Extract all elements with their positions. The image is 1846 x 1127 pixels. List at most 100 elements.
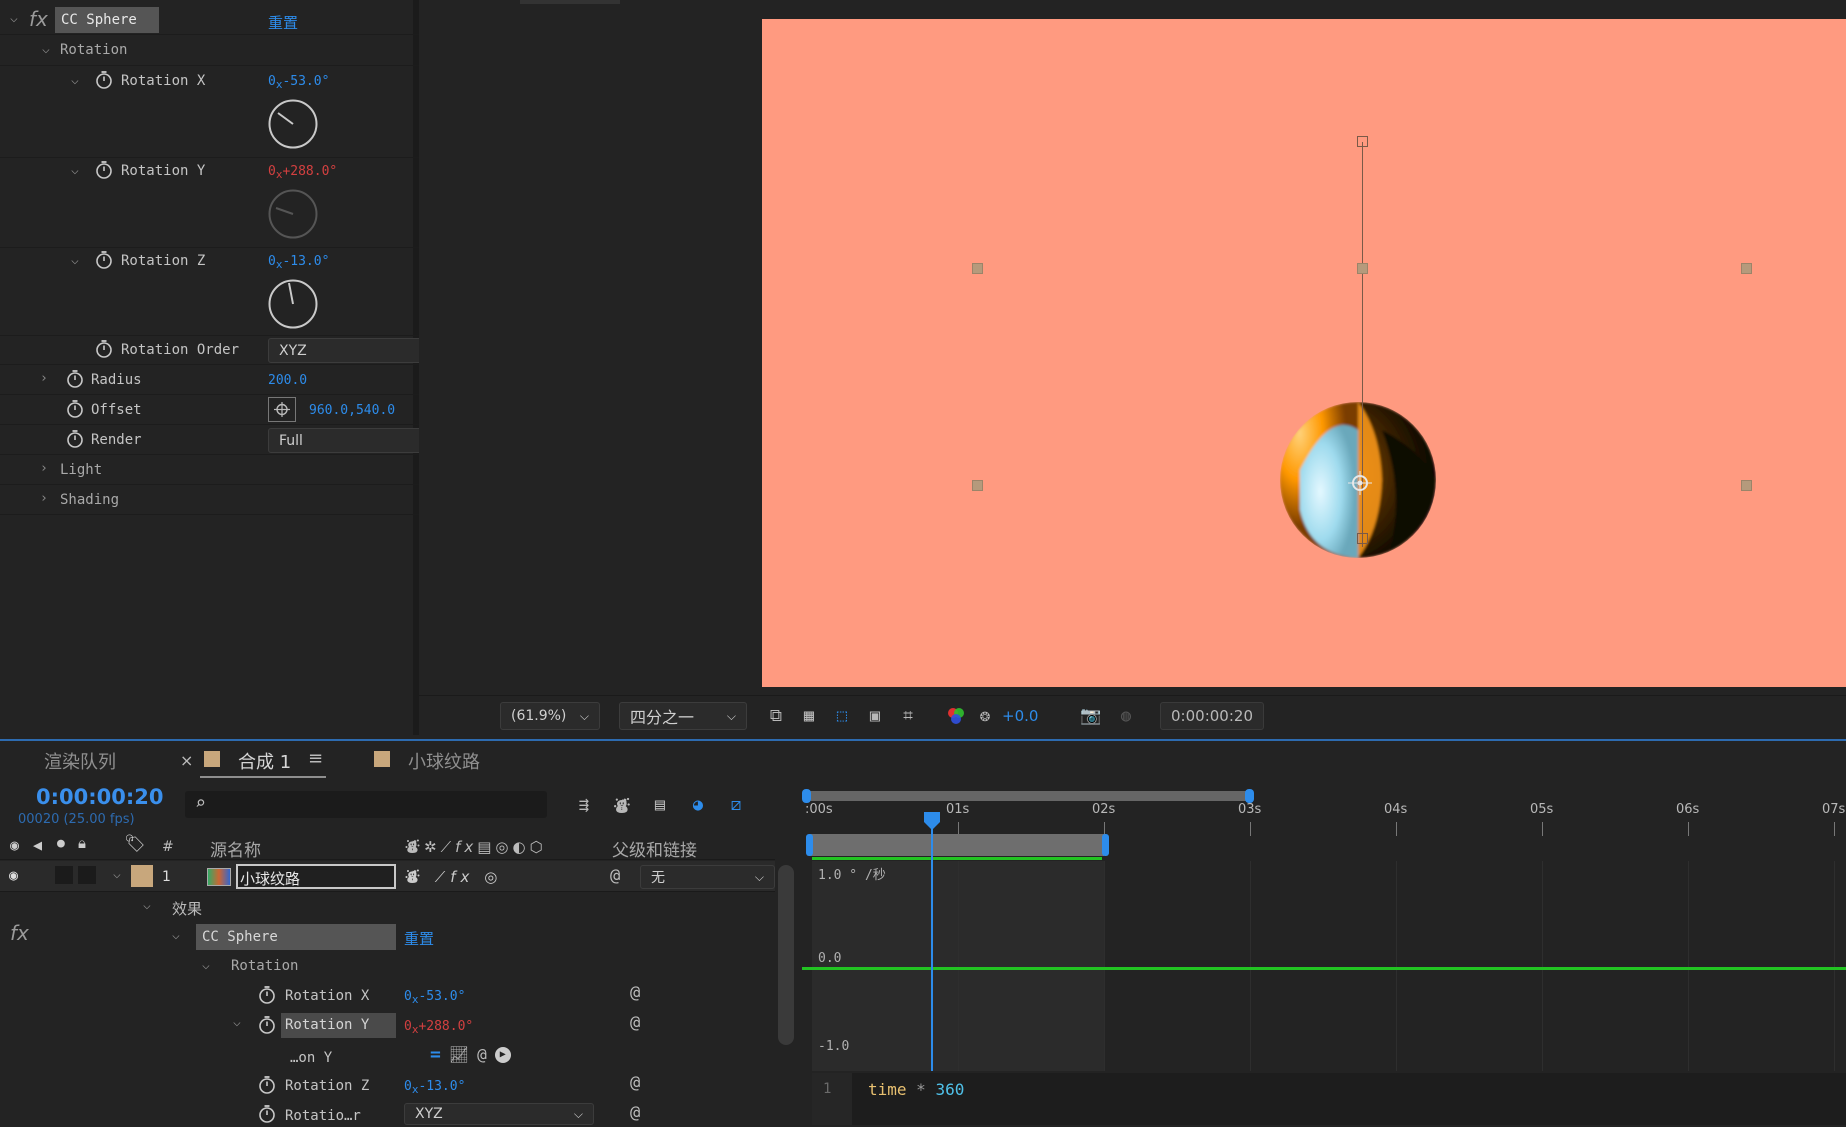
chevron-down-icon[interactable]: ⌵ bbox=[42, 42, 50, 57]
motion-blur-icon[interactable]: ◕ bbox=[684, 791, 712, 819]
pickwhip-icon[interactable]: @ bbox=[630, 1013, 640, 1033]
stopwatch-icon[interactable] bbox=[258, 1104, 276, 1124]
stopwatch-icon[interactable] bbox=[258, 1015, 276, 1035]
stopwatch-icon[interactable] bbox=[66, 429, 84, 449]
rot-y-label-box[interactable]: Rotation Y bbox=[281, 1013, 396, 1038]
chevron-down-icon[interactable]: ⌵ bbox=[202, 958, 210, 973]
tab-menu-icon[interactable]: ≡ bbox=[308, 748, 323, 769]
zoom-dropdown[interactable]: (61.9%) ⌵ bbox=[500, 702, 600, 730]
layer-handle-top-right[interactable] bbox=[1741, 263, 1752, 274]
expression-editor[interactable] bbox=[812, 1073, 1846, 1125]
light-row[interactable]: › Light bbox=[0, 455, 460, 485]
pickwhip-icon[interactable]: @ bbox=[630, 983, 640, 1003]
chevron-right-icon[interactable]: › bbox=[40, 461, 48, 476]
eye-header-icon[interactable]: ◉ bbox=[10, 836, 19, 854]
expression-enable-icon[interactable]: = bbox=[430, 1044, 441, 1065]
chevron-down-icon[interactable]: ⌵ bbox=[10, 11, 18, 26]
mask-path-icon[interactable]: ⬚ bbox=[828, 702, 856, 730]
visibility-eye-icon[interactable]: ◉ bbox=[9, 866, 18, 884]
chevron-down-icon[interactable]: ⌵ bbox=[71, 163, 79, 178]
col-parent[interactable]: 父级和链接 bbox=[612, 836, 697, 861]
comp-flowchart-icon[interactable]: ⇶ bbox=[570, 791, 598, 819]
label-tag-icon[interactable]: 🏷︎ bbox=[124, 834, 146, 854]
shading-row[interactable]: › Shading bbox=[0, 485, 460, 515]
switches-header[interactable]: ⛇✲⟋fx▤◎◐⬡ bbox=[405, 836, 547, 858]
layer-in-handle[interactable] bbox=[806, 834, 813, 856]
audio-switch[interactable] bbox=[55, 866, 73, 884]
layer-out-handle[interactable] bbox=[1102, 834, 1109, 856]
tab-footage[interactable]: 小球纹路 bbox=[408, 748, 480, 774]
layer-handle-top-center[interactable] bbox=[1357, 263, 1368, 274]
graph-editor-icon[interactable]: ⧄ bbox=[722, 791, 750, 819]
lock-header-icon[interactable]: 🔒︎ bbox=[78, 834, 86, 852]
layer-name-field[interactable]: 小球纹路 bbox=[236, 864, 396, 889]
rotation-z-value[interactable]: 0x-13.0° bbox=[268, 254, 329, 271]
transparency-grid-icon[interactable]: ▦ bbox=[795, 702, 823, 730]
chevron-down-icon[interactable]: ⌵ bbox=[71, 73, 79, 88]
fast-previews-icon[interactable]: ⧉ bbox=[762, 702, 790, 730]
expression-graph-icon[interactable]: 📈︎ bbox=[449, 1045, 469, 1064]
rotation-x-value[interactable]: 0x-53.0° bbox=[268, 74, 329, 91]
layer-search-box[interactable]: ⌕ bbox=[185, 791, 547, 818]
resolution-dropdown[interactable]: 四分之一 ⌵ bbox=[619, 702, 747, 730]
audio-header-icon[interactable]: ◀ bbox=[33, 836, 42, 854]
expression-text[interactable]: time * 360 bbox=[868, 1080, 964, 1099]
stopwatch-icon[interactable] bbox=[95, 339, 113, 359]
region-of-interest-icon[interactable]: ▣ bbox=[861, 702, 889, 730]
tab-render-queue[interactable]: 渲染队列 bbox=[44, 748, 116, 774]
crosshair-icon[interactable] bbox=[268, 397, 296, 422]
chevron-right-icon[interactable]: › bbox=[40, 371, 48, 386]
exposure-value[interactable]: +0.0 bbox=[1002, 707, 1038, 725]
reset-link[interactable]: 重置 bbox=[404, 928, 434, 949]
solo-header-icon[interactable]: ● bbox=[57, 836, 65, 851]
pickwhip-icon[interactable]: @ bbox=[630, 1073, 640, 1093]
grid-guides-icon[interactable]: ⌗ bbox=[894, 702, 922, 730]
expression-pickwhip-icon[interactable]: @ bbox=[477, 1045, 487, 1064]
layer-handle-mid-left[interactable] bbox=[972, 480, 983, 491]
search-input[interactable] bbox=[219, 794, 523, 816]
layer-scrollbar[interactable] bbox=[778, 865, 794, 1045]
expression-language-menu-icon[interactable]: ▶ bbox=[494, 1046, 511, 1063]
reset-link[interactable]: 重置 bbox=[268, 12, 298, 33]
radius-value[interactable]: 200.0 bbox=[268, 373, 307, 388]
rotation-z-dial[interactable] bbox=[267, 278, 319, 330]
show-snapshot-icon[interactable]: ◍ bbox=[1112, 702, 1140, 730]
viewer-timecode[interactable]: 0:00:00:20 bbox=[1160, 702, 1264, 730]
offset-value[interactable]: 960.0,540.0 bbox=[309, 403, 395, 418]
layer-handle-top-left[interactable] bbox=[972, 263, 983, 274]
stopwatch-icon[interactable] bbox=[66, 369, 84, 389]
current-time[interactable]: 0:00:00:20 bbox=[36, 785, 163, 809]
exposure-reset-icon[interactable]: ❂ bbox=[974, 702, 996, 730]
layer-label-swatch[interactable] bbox=[131, 865, 153, 887]
stopwatch-icon[interactable] bbox=[95, 250, 113, 270]
composition-canvas[interactable] bbox=[762, 19, 1846, 687]
rot-order-dropdown[interactable]: XYZ ⌵ bbox=[404, 1103, 594, 1125]
chevron-down-icon[interactable]: ⌵ bbox=[143, 898, 151, 913]
shy-layers-icon[interactable]: ⛇ bbox=[608, 791, 636, 819]
effect-name-box[interactable]: CC Sphere bbox=[196, 924, 396, 950]
chevron-down-icon[interactable]: ⌵ bbox=[172, 928, 180, 943]
chevron-down-icon[interactable]: ⌵ bbox=[113, 867, 121, 882]
rotation-y-value[interactable]: 0x+288.0° bbox=[268, 164, 337, 181]
chevron-down-icon[interactable]: ⌵ bbox=[233, 1015, 241, 1030]
rgb-channels-icon[interactable] bbox=[944, 704, 968, 728]
snapshot-camera-icon[interactable]: 📷 bbox=[1077, 702, 1105, 730]
rotation-y-dial[interactable] bbox=[267, 188, 319, 240]
pickwhip-icon[interactable]: @ bbox=[630, 1103, 640, 1123]
layer-duration-bar[interactable] bbox=[810, 834, 1104, 856]
tab-comp[interactable]: 合成 1 bbox=[238, 748, 291, 774]
frame-blending-icon[interactable]: ▤ bbox=[646, 791, 674, 819]
rotation-group-row[interactable]: ⌵ Rotation bbox=[0, 36, 460, 66]
stopwatch-icon[interactable] bbox=[66, 399, 84, 419]
layer-handle-mid-right[interactable] bbox=[1741, 480, 1752, 491]
col-source-name[interactable]: 源名称 bbox=[210, 836, 261, 861]
rot-z-value[interactable]: 0x-13.0° bbox=[404, 1079, 465, 1096]
lock-switch[interactable] bbox=[78, 866, 96, 884]
rot-x-value[interactable]: 0x-53.0° bbox=[404, 989, 465, 1006]
parent-dropdown[interactable]: 无 ⌵ bbox=[640, 865, 775, 889]
rotation-x-dial[interactable] bbox=[267, 98, 319, 150]
anchor-point-icon[interactable] bbox=[1348, 471, 1372, 495]
layer-switches[interactable]: ⛇ ⟋fx ◎ bbox=[405, 866, 502, 888]
effect-name-box[interactable]: CC Sphere bbox=[55, 7, 159, 33]
pickwhip-icon[interactable]: @ bbox=[610, 866, 620, 886]
